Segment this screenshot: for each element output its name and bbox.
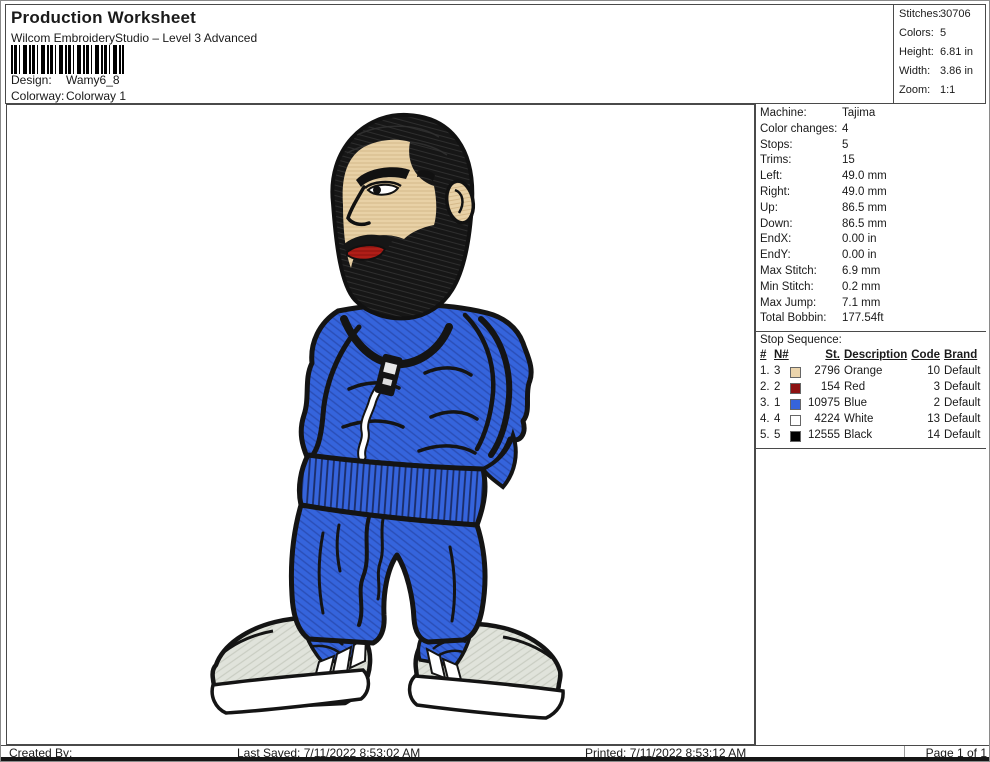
info-row: EndX:0.00 in: [756, 233, 986, 249]
machine-info-panel: Machine:Tajima Color changes:4 Stops:5 T…: [756, 104, 986, 328]
info-row: Down:86.5 mm: [756, 218, 986, 234]
bottom-edge-bar: [1, 757, 990, 761]
colorway-row: Colorway: Colorway 1: [11, 89, 64, 103]
summary-row: Zoom:1:1: [894, 81, 985, 100]
info-row: Machine:Tajima: [756, 107, 986, 123]
colorway-label: Colorway:: [11, 89, 64, 103]
info-row: Color changes:4: [756, 123, 986, 139]
design-label: Design:: [11, 73, 52, 87]
figure-head: [332, 115, 476, 318]
info-row: Stops:5: [756, 139, 986, 155]
stop-sequence-row: 3.110975Blue2Default: [756, 397, 986, 413]
info-row: Right:49.0 mm: [756, 186, 986, 202]
summary-row: Width:3.86 in: [894, 62, 985, 81]
info-row: EndY:0.00 in: [756, 249, 986, 265]
stop-sequence-panel: Stop Sequence: # N# St. Description Code…: [756, 331, 986, 449]
stop-sequence-row: 5.512555Black14Default: [756, 429, 986, 445]
stop-sequence-header: # N# St. Description Code Brand: [756, 349, 986, 365]
software-subtitle: Wilcom EmbroideryStudio – Level 3 Advanc…: [11, 31, 257, 45]
info-row: Max Stitch:6.9 mm: [756, 265, 986, 281]
info-row: Max Jump:7.1 mm: [756, 297, 986, 313]
info-row: Trims:15: [756, 154, 986, 170]
info-row: Left:49.0 mm: [756, 170, 986, 186]
details-panel: Machine:Tajima Color changes:4 Stops:5 T…: [755, 104, 986, 745]
info-row: Up:86.5 mm: [756, 202, 986, 218]
info-row: Total Bobbin:177.54ft: [756, 312, 986, 328]
design-row: Design: Wamy6_8: [11, 73, 52, 87]
stop-sequence-row: 1.32796Orange10Default: [756, 365, 986, 381]
barcode-icon: [11, 45, 124, 74]
page-title: Production Worksheet: [11, 8, 196, 28]
summary-row: Height:6.81 in: [894, 43, 985, 62]
design-preview-image: [7, 105, 756, 746]
stop-sequence-title: Stop Sequence:: [756, 334, 986, 349]
header: Production Worksheet Wilcom EmbroiderySt…: [5, 4, 986, 104]
summary-row: Colors:5: [894, 24, 985, 43]
stop-sequence-row: 4.44224White13Default: [756, 413, 986, 429]
summary-panel: Stitches:30706 Colors:5 Height:6.81 in W…: [893, 4, 986, 104]
colorway-value: Colorway 1: [66, 89, 126, 103]
design-value: Wamy6_8: [66, 73, 120, 87]
info-row: Min Stitch:0.2 mm: [756, 281, 986, 297]
summary-row: Stitches:30706: [894, 5, 985, 24]
design-preview-area: [6, 104, 755, 745]
stop-sequence-row: 2.2154Red3Default: [756, 381, 986, 397]
production-worksheet-page: Production Worksheet Wilcom EmbroiderySt…: [0, 0, 990, 762]
